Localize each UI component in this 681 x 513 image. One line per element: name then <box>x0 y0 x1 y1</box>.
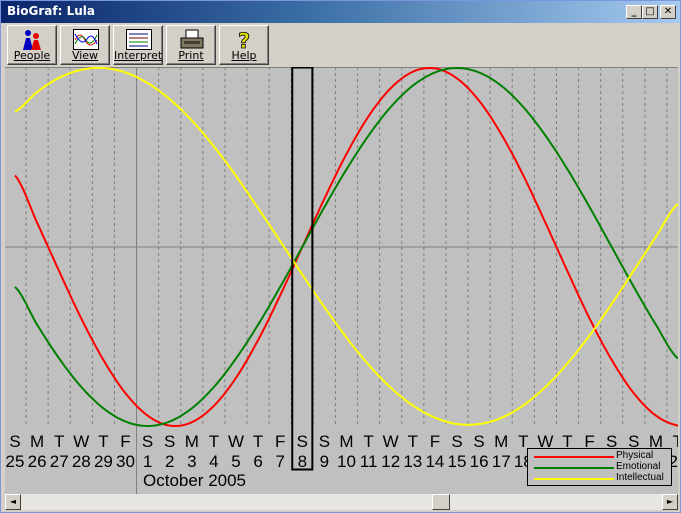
view-button-label: View <box>71 49 99 62</box>
legend-label-intellectual: Intellectual <box>616 472 664 483</box>
weekday-label: T <box>363 432 373 451</box>
help-button-label: Help <box>231 49 257 62</box>
weekday-label: F <box>120 432 130 451</box>
weekday-label: M <box>339 432 353 451</box>
day-number-label: 13 <box>403 452 422 471</box>
day-number-label: 5 <box>231 452 240 471</box>
day-number-label: 2 <box>165 452 174 471</box>
legend-swatch-intellectual <box>534 478 614 480</box>
weekday-label: T <box>408 432 418 451</box>
legend-label-emotional: Emotional <box>616 461 661 472</box>
legend-label-physical: Physical <box>616 450 654 461</box>
day-number-label: 25 <box>6 452 25 471</box>
people-button[interactable]: People <box>7 25 57 65</box>
biorhythm-plot: S25M26T27W28T29F30S1S2M3T4W5T6F7S8S9M10T… <box>5 67 678 494</box>
legend-item-intellectual: Intellectual <box>528 472 671 484</box>
weekday-label: F <box>430 432 440 451</box>
legend-swatch-physical <box>534 456 614 458</box>
svg-text:?: ? <box>238 29 250 51</box>
day-number-label: 26 <box>28 452 47 471</box>
weekday-label: T <box>54 432 64 451</box>
selected-day-marker[interactable] <box>291 67 314 471</box>
month-label: October 2005 <box>143 471 247 490</box>
weekday-label: S <box>473 432 484 451</box>
weekday-label: W <box>383 432 399 451</box>
toolbar: People View Interpret Print ? Help <box>1 23 680 67</box>
horizontal-scrollbar[interactable]: ◄ ► <box>5 494 678 510</box>
day-number-label: 6 <box>253 452 262 471</box>
scroll-left-button[interactable]: ◄ <box>5 494 21 510</box>
day-number-label: 9 <box>320 452 329 471</box>
print-button-label: Print <box>178 49 204 62</box>
weekday-label: T <box>98 432 108 451</box>
printer-icon <box>180 29 204 49</box>
biorhythm-chart[interactable]: S 25 M 26 T 27 W 28 T 29 F 30 S 1 S 2 M 3 T 4 W 5 T 6 F 7 S 8 S 9 M 10 T… <box>5 67 678 494</box>
day-number-label: 7 <box>275 452 284 471</box>
day-number-label: 8 <box>298 452 307 471</box>
day-number-label: 27 <box>50 452 69 471</box>
interpret-button-label: Interpret <box>114 49 163 62</box>
scroll-thumb[interactable] <box>432 494 451 510</box>
interpret-button[interactable]: Interpret <box>113 25 163 65</box>
maximize-button[interactable]: □ <box>642 5 658 19</box>
weekday-label: M <box>494 432 508 451</box>
weekday-label: T <box>253 432 263 451</box>
day-number-label: 14 <box>425 452 444 471</box>
help-button[interactable]: ? Help <box>219 25 269 65</box>
window-title: BioGraf: Lula <box>7 4 95 18</box>
people-button-label: People <box>13 49 51 62</box>
day-number-label: 28 <box>72 452 91 471</box>
interpret-chart-icon <box>126 29 152 50</box>
app-window: BioGraf: Lula _ □ ✕ People View Interpre… <box>0 0 681 513</box>
chart-legend: Physical Emotional Intellectual <box>527 448 672 486</box>
help-question-icon: ? <box>238 29 251 51</box>
weekday-label: W <box>228 432 244 451</box>
day-number-label: 15 <box>448 452 467 471</box>
weekday-label: S <box>319 432 330 451</box>
day-number-label: 30 <box>116 452 135 471</box>
day-number-label: 3 <box>187 452 196 471</box>
view-button[interactable]: View <box>60 25 110 65</box>
weekday-label: T <box>209 432 219 451</box>
day-number-label: 17 <box>492 452 511 471</box>
weekday-label: F <box>275 432 285 451</box>
day-number-label: 4 <box>209 452 218 471</box>
weekday-label: W <box>73 432 89 451</box>
weekday-label: S <box>451 432 462 451</box>
day-number-label: 1 <box>143 452 152 471</box>
people-icon <box>23 30 41 50</box>
print-button[interactable]: Print <box>166 25 216 65</box>
day-number-label: 16 <box>470 452 489 471</box>
title-bar[interactable]: BioGraf: Lula _ □ ✕ <box>1 1 680 23</box>
weekday-label: S <box>9 432 20 451</box>
weekday-label: S <box>164 432 175 451</box>
day-number-label: 12 <box>381 452 400 471</box>
close-button[interactable]: ✕ <box>660 5 676 19</box>
scroll-right-button[interactable]: ► <box>662 494 678 510</box>
minimize-button[interactable]: _ <box>626 5 642 19</box>
weekday-label: T <box>673 432 678 451</box>
weekday-label: M <box>30 432 44 451</box>
weekday-label: M <box>185 432 199 451</box>
day-number-label: 10 <box>337 452 356 471</box>
view-waves-icon <box>73 29 99 50</box>
weekday-label: S <box>297 432 308 451</box>
day-number-label: 29 <box>94 452 113 471</box>
legend-swatch-emotional <box>534 467 614 469</box>
day-number-label: 11 <box>360 452 378 471</box>
weekday-label: S <box>142 432 153 451</box>
